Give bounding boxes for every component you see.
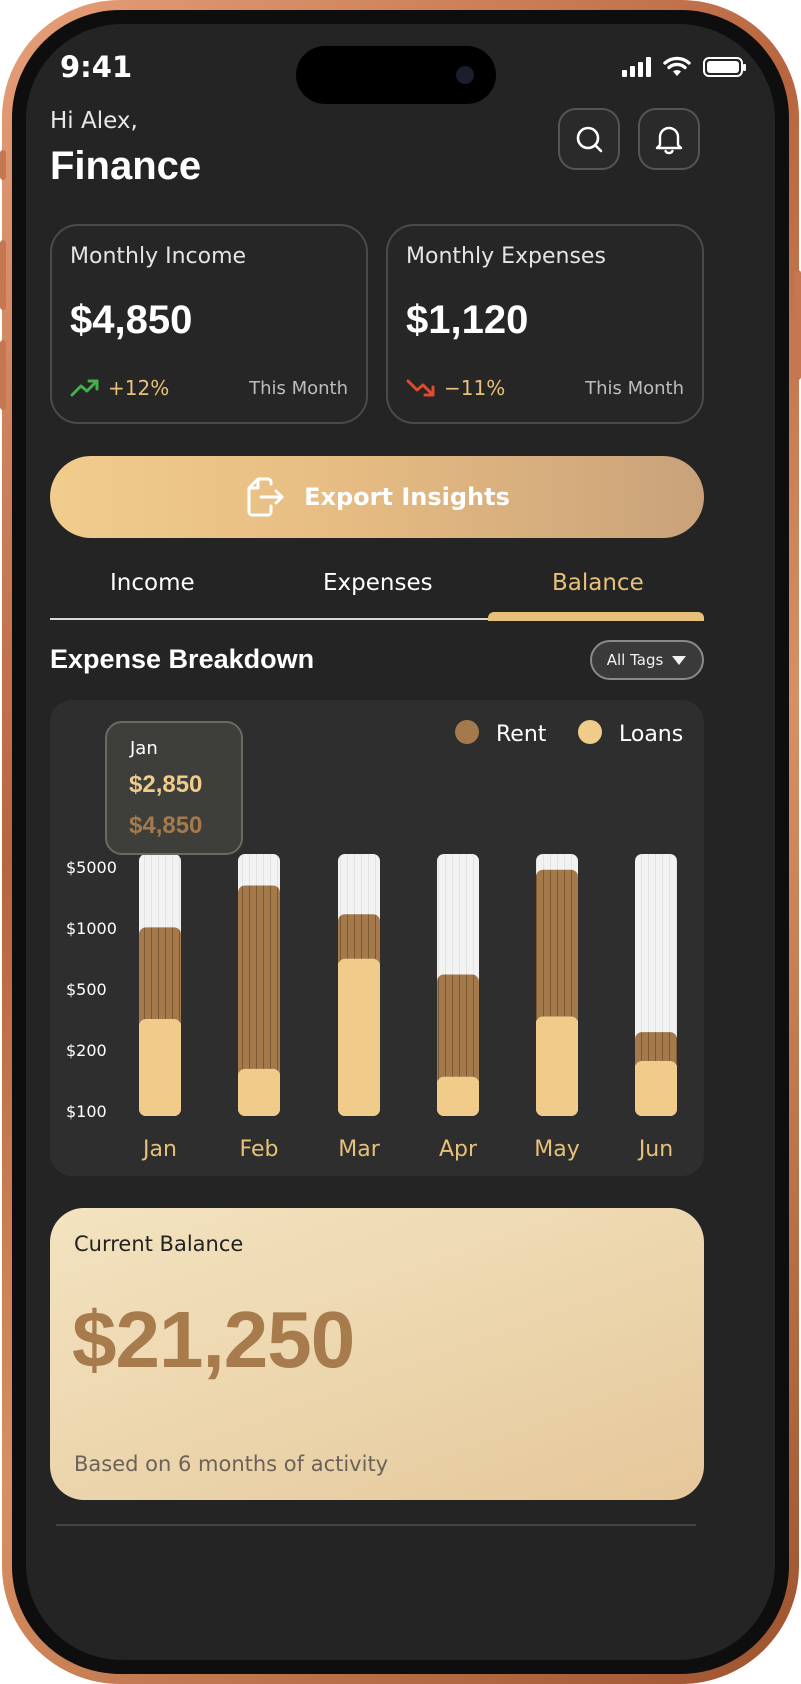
expense-chart: Rent Loans $5000 $1000 $500 $200 $100 Jan Feb… bbox=[50, 700, 704, 1176]
expenses-period: This Month bbox=[585, 378, 684, 399]
expenses-change: −11% bbox=[406, 376, 505, 400]
side-button-action bbox=[0, 150, 6, 180]
x-tick-label: May bbox=[534, 1137, 579, 1162]
bottom-divider bbox=[56, 1524, 696, 1526]
bar-loans[interactable] bbox=[635, 1060, 677, 1116]
battery-icon bbox=[703, 57, 746, 77]
bar-rent[interactable] bbox=[536, 869, 578, 1027]
expenses-change-value: −11% bbox=[444, 376, 506, 400]
side-button-volume-up bbox=[0, 240, 6, 310]
x-axis: Jan Feb Mar Apr May Jun bbox=[141, 1137, 673, 1162]
tooltip-rent-value: $4,850 bbox=[129, 812, 202, 839]
tags-filter-label: All Tags bbox=[606, 651, 664, 669]
export-file-icon bbox=[247, 477, 284, 517]
side-button-volume-down bbox=[0, 340, 6, 410]
wifi-icon bbox=[663, 56, 691, 76]
expense-bar-chart: Rent Loans $5000 $1000 $500 $200 $100 Jan Feb… bbox=[66, 720, 683, 1162]
income-value: $4,850 bbox=[70, 298, 193, 342]
search-button[interactable] bbox=[558, 108, 620, 170]
income-label: Monthly Income bbox=[70, 244, 247, 269]
camera-icon bbox=[456, 66, 474, 84]
caret-down-icon bbox=[672, 655, 687, 665]
expense-breakdown-title: Expense Breakdown bbox=[50, 644, 315, 674]
page-title: Finance bbox=[50, 144, 202, 188]
legend-rent-swatch bbox=[455, 720, 479, 744]
legend-loans-label: Loans bbox=[619, 722, 683, 747]
balance-value: $21,250 bbox=[72, 1295, 355, 1384]
side-button-power bbox=[795, 270, 801, 380]
tab-income[interactable]: Income bbox=[110, 570, 195, 596]
signal-icon bbox=[622, 57, 651, 77]
dynamic-island bbox=[296, 46, 496, 104]
bar-loans[interactable] bbox=[536, 1016, 578, 1116]
bar-rent[interactable] bbox=[437, 974, 479, 1087]
current-balance-card[interactable]: Current Balance $21,250 Based on 6 month… bbox=[50, 1208, 704, 1500]
tab-expenses[interactable]: Expenses bbox=[323, 570, 433, 596]
trend-down-icon bbox=[406, 379, 435, 397]
y-tick-label: $200 bbox=[66, 1041, 107, 1060]
bar-loans[interactable] bbox=[238, 1068, 280, 1116]
income-change: +12% bbox=[70, 376, 169, 400]
x-tick-label: Jun bbox=[637, 1137, 673, 1162]
bar-loans[interactable] bbox=[338, 958, 380, 1116]
tab-bar: Income Expenses Balance bbox=[50, 562, 704, 621]
x-tick-label: Apr bbox=[439, 1137, 478, 1162]
y-tick-label: $100 bbox=[66, 1102, 107, 1121]
chart-tooltip: Jan $2,850 $4,850 bbox=[105, 721, 243, 855]
bars bbox=[139, 854, 677, 1116]
greeting: Hi Alex, bbox=[50, 108, 138, 134]
bar-rent[interactable] bbox=[238, 885, 280, 1079]
tooltip-month: Jan bbox=[129, 738, 158, 759]
legend-rent-label: Rent bbox=[496, 722, 547, 747]
export-insights-label: Export Insights bbox=[304, 483, 510, 511]
y-tick-label: $1000 bbox=[66, 919, 117, 938]
y-tick-label: $5000 bbox=[66, 858, 117, 877]
income-period: This Month bbox=[249, 378, 348, 399]
bar-rent[interactable] bbox=[139, 927, 181, 1030]
status-time: 9:41 bbox=[60, 50, 133, 84]
x-tick-label: Feb bbox=[240, 1137, 279, 1162]
app-screen: 9:41 Hi Alex, Finance Monthly Income $4,… bbox=[26, 24, 775, 1660]
bell-icon bbox=[655, 126, 683, 155]
bar-loans[interactable] bbox=[437, 1076, 479, 1116]
balance-label: Current Balance bbox=[74, 1232, 244, 1256]
legend-loans-swatch bbox=[578, 720, 602, 744]
x-tick-label: Jan bbox=[141, 1137, 177, 1162]
tooltip-loans-value: $2,850 bbox=[129, 771, 202, 798]
x-tick-label: Mar bbox=[338, 1137, 380, 1162]
expenses-value: $1,120 bbox=[406, 298, 529, 342]
income-card[interactable]: Monthly Income $4,850 +12% This Month bbox=[50, 224, 368, 424]
search-icon bbox=[576, 126, 603, 153]
trend-up-icon bbox=[70, 379, 99, 397]
income-change-value: +12% bbox=[108, 376, 170, 400]
tab-active-indicator bbox=[488, 612, 704, 621]
tags-filter-dropdown[interactable]: All Tags bbox=[590, 640, 704, 680]
expenses-card[interactable]: Monthly Expenses $1,120 −11% This Month bbox=[386, 224, 704, 424]
balance-note: Based on 6 months of activity bbox=[74, 1452, 389, 1476]
notifications-button[interactable] bbox=[638, 108, 700, 170]
expenses-label: Monthly Expenses bbox=[406, 244, 606, 269]
status-icons bbox=[622, 56, 746, 78]
y-tick-label: $500 bbox=[66, 980, 107, 999]
y-axis: $5000 $1000 $500 $200 $100 bbox=[66, 858, 117, 1121]
bar-loans[interactable] bbox=[139, 1019, 181, 1116]
tab-balance[interactable]: Balance bbox=[552, 570, 644, 596]
export-insights-button[interactable]: Export Insights bbox=[50, 456, 704, 538]
